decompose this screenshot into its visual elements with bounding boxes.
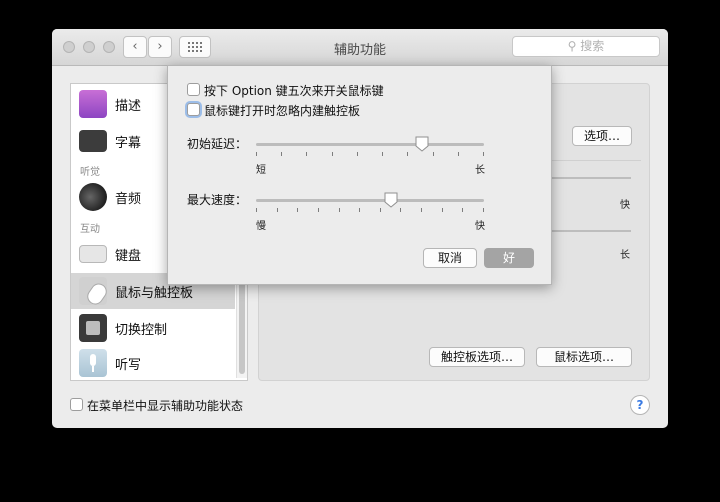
option-key-toggle-label: 按下 Option 键五次来开关鼠标键: [204, 84, 384, 98]
help-button[interactable]: ?: [630, 395, 650, 415]
slider-tick: [318, 208, 319, 212]
sidebar-item-label: 音频: [115, 192, 142, 207]
slider-tick: [483, 152, 484, 156]
keyboard-icon: [79, 245, 107, 263]
slider-thumb[interactable]: [415, 136, 429, 152]
slider-tick: [256, 152, 257, 156]
slider-tick: [297, 208, 298, 212]
ok-button[interactable]: 好: [484, 248, 534, 268]
slider-tick: [281, 152, 282, 156]
microphone-icon: [79, 349, 107, 377]
slow-label: 慢: [256, 221, 266, 232]
divider: [551, 160, 641, 161]
long-label: 长: [620, 250, 630, 261]
menu-bar-status-label: 在菜单栏中显示辅助功能状态: [87, 399, 244, 413]
sidebar-item-switch-control[interactable]: 切换控制: [71, 310, 235, 346]
fast-label: 快: [620, 200, 630, 211]
slider-tick: [380, 208, 381, 212]
sidebar-item-label: 字幕: [115, 136, 142, 151]
initial-delay-label: 初始延迟：: [187, 137, 248, 151]
slider-tick: [458, 152, 459, 156]
slider-tick: [400, 208, 401, 212]
slider-tick: [357, 152, 358, 156]
options-button[interactable]: 选项…: [572, 126, 632, 146]
slider-tick: [306, 152, 307, 156]
sidebar-item-label: 听写: [115, 358, 142, 373]
cancel-button[interactable]: 取消: [423, 248, 477, 268]
fast-label: 快: [475, 221, 485, 232]
ignore-trackpad-label: 鼠标键打开时忽略内建触控板: [204, 104, 361, 118]
slider-tick: [462, 208, 463, 212]
max-speed-label: 最大速度：: [187, 193, 248, 207]
slider-thumb[interactable]: [384, 192, 398, 208]
double-click-speed-slider[interactable]: [551, 230, 631, 232]
slider-tick: [332, 152, 333, 156]
slider-tick: [359, 208, 360, 212]
search-placeholder: 搜索: [580, 39, 605, 53]
titlebar: ‹ › 辅助功能 ⚲ 搜索: [52, 29, 668, 66]
slider-tick: [433, 152, 434, 156]
speaker-icon: [79, 183, 107, 211]
menu-bar-status-checkbox[interactable]: [70, 398, 83, 411]
slider-tick: [256, 208, 257, 212]
mouse-options-button[interactable]: 鼠标选项…: [536, 347, 632, 367]
long-label: 长: [475, 165, 485, 176]
slider-tick: [382, 152, 383, 156]
initial-delay-slider[interactable]: [256, 136, 484, 156]
search-field[interactable]: ⚲ 搜索: [512, 36, 660, 57]
sidebar-item-label: 键盘: [115, 249, 142, 264]
ignore-trackpad-checkbox[interactable]: [187, 103, 200, 116]
section-heading-hearing: 听觉: [80, 167, 100, 178]
mouse-trackpad-icon: [79, 277, 110, 308]
slider-tick: [421, 208, 422, 212]
max-speed-slider[interactable]: [256, 192, 484, 212]
trackpad-options-button[interactable]: 触控板选项…: [429, 347, 525, 367]
sidebar-item-label: 描述: [115, 99, 142, 114]
slider-tick: [483, 208, 484, 212]
slider-tick: [339, 208, 340, 212]
captions-icon: [79, 130, 107, 152]
slider-tick: [277, 208, 278, 212]
short-label: 短: [256, 165, 266, 176]
tracking-speed-slider[interactable]: [551, 177, 631, 179]
slider-tick: [407, 152, 408, 156]
search-icon: ⚲: [567, 39, 577, 53]
description-icon: [79, 90, 107, 118]
option-key-toggle-checkbox[interactable]: [187, 83, 200, 96]
sidebar-item-label: 切换控制: [115, 323, 168, 338]
mouse-keys-options-sheet: 按下 Option 键五次来开关鼠标键 鼠标键打开时忽略内建触控板 初始延迟： …: [167, 65, 552, 285]
slider-tick: [442, 208, 443, 212]
switch-control-icon: [79, 314, 107, 342]
sidebar-item-dictation[interactable]: 听写: [71, 345, 235, 381]
section-heading-interaction: 互动: [80, 224, 100, 235]
